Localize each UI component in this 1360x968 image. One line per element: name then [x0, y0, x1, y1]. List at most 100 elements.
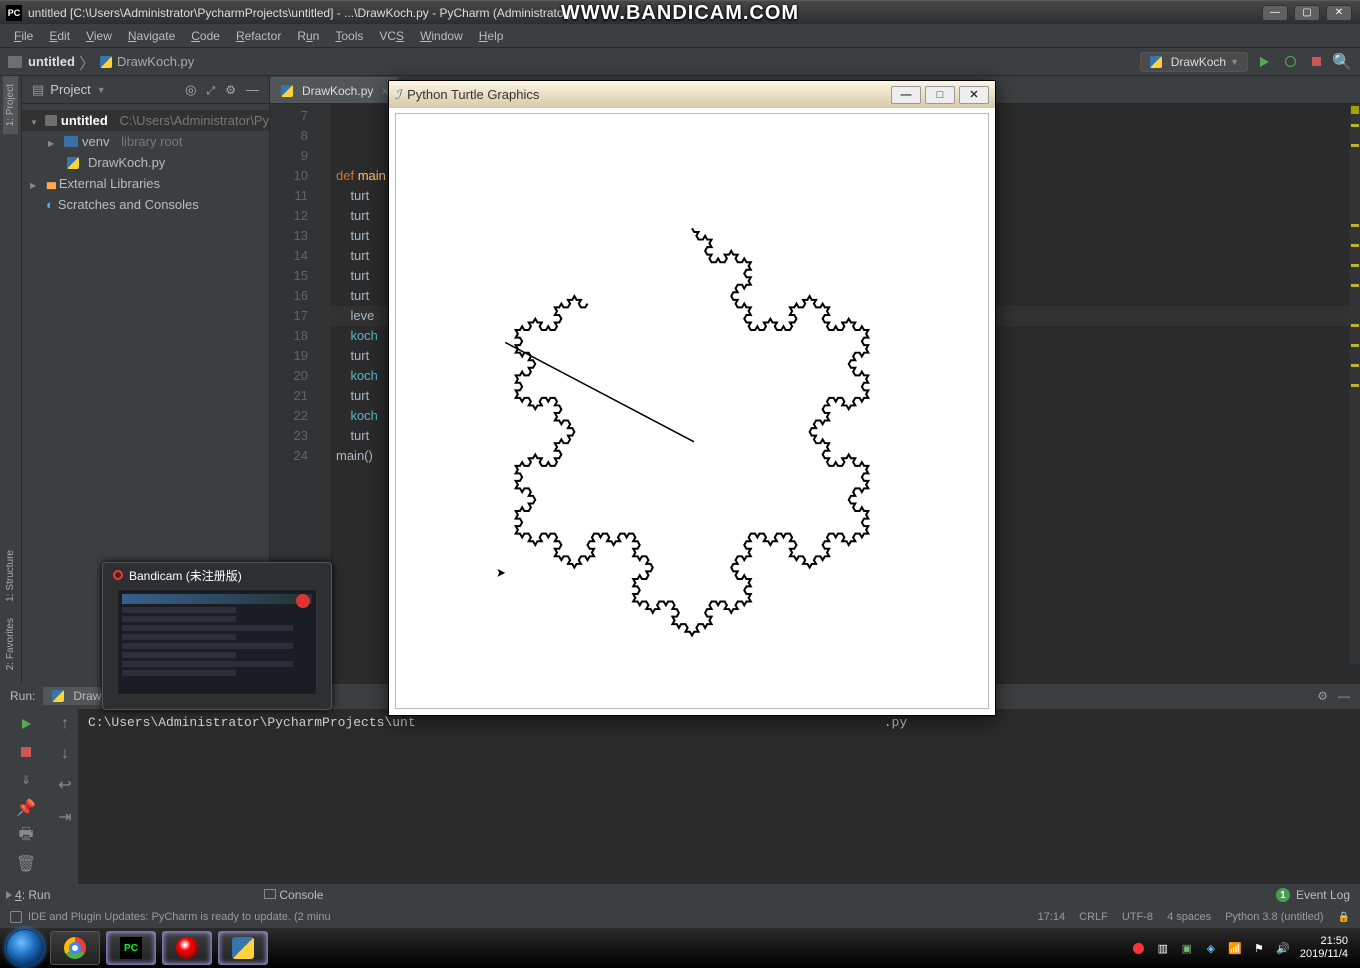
- menu-edit[interactable]: Edit: [43, 27, 76, 45]
- settings-icon[interactable]: [1317, 689, 1328, 703]
- stop-button[interactable]: [1306, 52, 1326, 72]
- file-encoding[interactable]: UTF-8: [1122, 911, 1153, 923]
- turtle-window[interactable]: ℐ Python Turtle Graphics — □ ✕: [388, 80, 996, 716]
- settings-icon[interactable]: [225, 82, 236, 98]
- status-bar: IDE and Plugin Updates: PyCharm is ready…: [0, 906, 1360, 928]
- left-toolwindow-stripe: 1: Project 1: Structure 2: Favorites: [0, 76, 22, 684]
- menu-view[interactable]: View: [80, 27, 118, 45]
- run-config-selector[interactable]: DrawKoch ▼: [1140, 52, 1248, 72]
- turtle-canvas: [395, 113, 989, 709]
- up-icon[interactable]: ↑: [61, 715, 69, 733]
- tab-event-log[interactable]: Event Log: [1296, 888, 1350, 902]
- down-icon[interactable]: ↓: [61, 745, 69, 763]
- tab-run[interactable]: 4: Run: [6, 888, 50, 902]
- menu-bar: File Edit View Navigate Code Refactor Ru…: [0, 24, 1360, 48]
- pin-button[interactable]: 📌: [17, 799, 35, 817]
- record-icon: [113, 570, 123, 580]
- tk-icon: ℐ: [395, 87, 401, 103]
- tree-file-drawkoch[interactable]: DrawKoch.py: [22, 152, 269, 173]
- scroll-icon[interactable]: ⇥: [58, 807, 71, 827]
- tab-structure[interactable]: 1: Structure: [3, 542, 18, 610]
- python-file-icon: [66, 156, 80, 170]
- tray-volume-icon[interactable]: 🔊: [1276, 941, 1290, 955]
- turtle-titlebar[interactable]: ℐ Python Turtle Graphics — □ ✕: [389, 81, 995, 108]
- bottom-toolwindow-stripe: 4: Run Console 1 Event Log: [0, 884, 1360, 906]
- turtle-minimize-button[interactable]: —: [891, 86, 921, 104]
- close-button[interactable]: ✕: [1326, 5, 1352, 21]
- debug-button[interactable]: [1280, 52, 1300, 72]
- tree-project-root[interactable]: untitled C:\Users\Administrator\Py: [22, 110, 269, 131]
- system-tray: ▥ ▣ ◈ 📶 ⚑ 🔊 21:502019/11/4: [1132, 935, 1354, 961]
- python-file-icon: [280, 84, 294, 98]
- trash-button[interactable]: 🗑: [17, 855, 35, 873]
- run-action-sidebar: ⇓ 📌 🖶 🗑: [0, 709, 52, 884]
- taskbar-python[interactable]: [218, 931, 268, 965]
- tab-terminal[interactable]: Console: [264, 888, 323, 902]
- window-title: untitled [C:\Users\Administrator\Pycharm…: [28, 6, 572, 20]
- expand-icon[interactable]: [206, 82, 215, 98]
- crumb-file[interactable]: DrawKoch.py: [117, 54, 194, 69]
- menu-navigate[interactable]: Navigate: [122, 27, 181, 45]
- tree-scratches[interactable]: Scratches and Consoles: [22, 194, 269, 215]
- crumb-project[interactable]: untitled: [28, 54, 75, 69]
- python-sdk[interactable]: Python 3.8 (untitled): [1225, 911, 1323, 923]
- error-stripe[interactable]: [1350, 104, 1360, 664]
- wrap-icon[interactable]: ↩: [58, 775, 71, 795]
- scratch-icon: [46, 197, 54, 212]
- taskbar-chrome[interactable]: [50, 931, 100, 965]
- hide-button[interactable]: —: [1338, 689, 1350, 703]
- tray-battery-icon[interactable]: ▥: [1156, 941, 1170, 955]
- library-icon: [46, 176, 55, 191]
- menu-window[interactable]: Window: [414, 27, 469, 45]
- hide-button[interactable]: —: [246, 82, 259, 98]
- indent-info[interactable]: 4 spaces: [1167, 911, 1211, 923]
- taskbar-bandicam[interactable]: [162, 931, 212, 965]
- turtle-close-button[interactable]: ✕: [959, 86, 989, 104]
- status-icon[interactable]: [10, 911, 22, 923]
- menu-refactor[interactable]: Refactor: [230, 27, 287, 45]
- tray-shield-icon[interactable]: ◈: [1204, 941, 1218, 955]
- maximize-button[interactable]: ▢: [1294, 5, 1320, 21]
- tab-project[interactable]: 1: Project: [3, 76, 18, 134]
- minimize-button[interactable]: —: [1262, 5, 1288, 21]
- print-button[interactable]: 🖶: [17, 827, 35, 845]
- tree-external-libraries[interactable]: External Libraries: [22, 173, 269, 194]
- menu-file[interactable]: File: [8, 27, 39, 45]
- python-file-icon: [51, 689, 65, 703]
- turtle-maximize-button[interactable]: □: [925, 86, 955, 104]
- tree-venv[interactable]: venv library root: [22, 131, 269, 152]
- locate-icon[interactable]: [185, 82, 196, 98]
- bandicam-tooltip-title: Bandicam (未注册版): [129, 567, 242, 584]
- menu-run[interactable]: Run: [291, 27, 325, 45]
- tray-wifi-icon[interactable]: 📶: [1228, 941, 1242, 955]
- start-button[interactable]: [6, 929, 44, 967]
- editor-tab-drawkoch[interactable]: DrawKoch.py ×: [270, 77, 398, 103]
- taskbar-pycharm[interactable]: PC: [106, 931, 156, 965]
- console-output[interactable]: C:\Users\Administrator\PycharmProjects\u…: [78, 709, 1360, 884]
- run-button[interactable]: [1254, 52, 1274, 72]
- resume-button[interactable]: ⇓: [17, 771, 35, 789]
- taskbar-clock[interactable]: 21:502019/11/4: [1300, 935, 1348, 961]
- menu-help[interactable]: Help: [473, 27, 510, 45]
- menu-vcs[interactable]: VCS: [373, 27, 410, 45]
- tab-favorites[interactable]: 2: Favorites: [3, 610, 18, 678]
- tray-record-icon[interactable]: [1132, 941, 1146, 955]
- run-label: Run:: [10, 689, 35, 703]
- search-everywhere-button[interactable]: 🔍: [1332, 52, 1352, 72]
- nav-toolbar: untitled 〉 DrawKoch.py DrawKoch ▼ 🔍: [0, 48, 1360, 76]
- lock-icon[interactable]: [1338, 911, 1350, 923]
- menu-code[interactable]: Code: [185, 27, 226, 45]
- line-separator[interactable]: CRLF: [1079, 911, 1108, 923]
- tray-flag-icon[interactable]: ⚑: [1252, 941, 1266, 955]
- menu-tools[interactable]: Tools: [329, 27, 369, 45]
- caret-position[interactable]: 17:14: [1038, 911, 1066, 923]
- python-file-icon: [1149, 55, 1163, 69]
- pycharm-icon: PC: [6, 5, 22, 21]
- event-count-badge: 1: [1276, 888, 1290, 902]
- project-title: Project: [50, 82, 90, 97]
- stop-button[interactable]: [17, 743, 35, 761]
- tray-gpu-icon[interactable]: ▣: [1180, 941, 1194, 955]
- rerun-button[interactable]: [17, 715, 35, 733]
- folder-icon: [8, 56, 22, 68]
- windows-taskbar: PC ▥ ▣ ◈ 📶 ⚑ 🔊 21:502019/11/4: [0, 928, 1360, 968]
